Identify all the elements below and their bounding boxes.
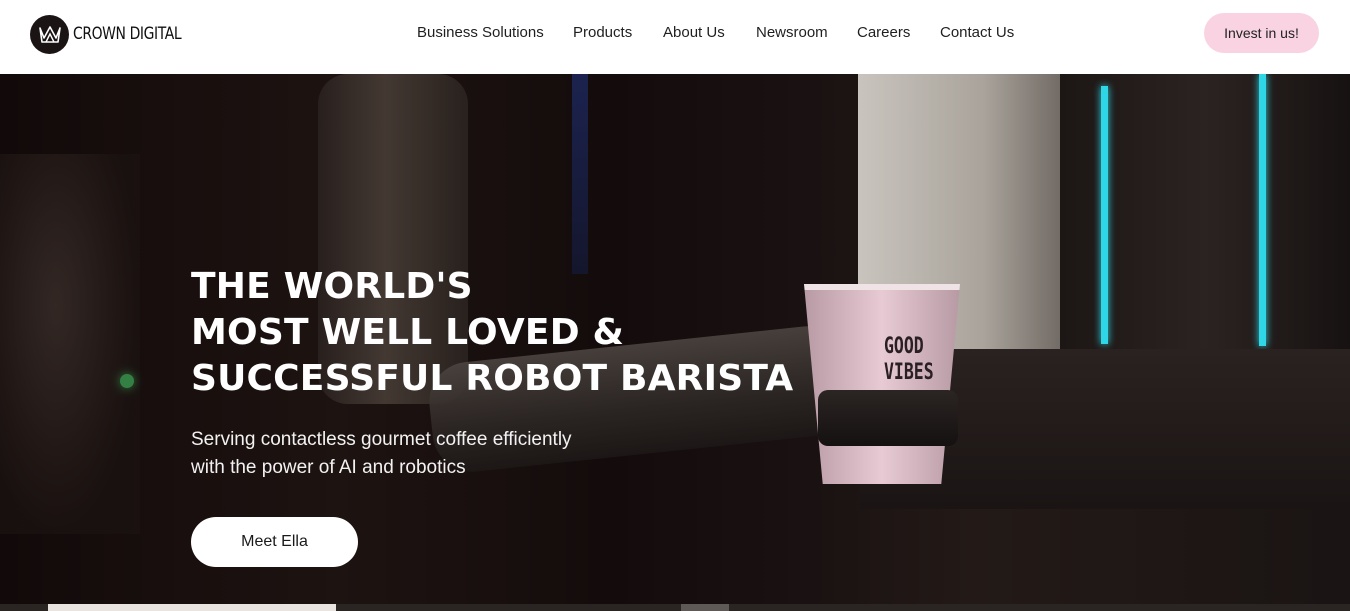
cup-text-line-2: VIBES bbox=[884, 360, 934, 385]
next-section-edge-gray bbox=[681, 604, 729, 611]
nav-newsroom[interactable]: Newsroom bbox=[756, 24, 828, 41]
brand-logo[interactable]: CROWN DIGITAL bbox=[30, 14, 205, 54]
nav-careers[interactable]: Careers bbox=[857, 24, 910, 41]
hero-title-line-2: MOST WELL LOVED & bbox=[191, 312, 625, 353]
hero-title: THE WORLD'S MOST WELL LOVED & SUCCESSFUL… bbox=[191, 264, 793, 402]
blue-accent bbox=[572, 74, 588, 274]
brand-name: CROWN DIGITAL bbox=[73, 24, 182, 44]
next-section-edge-light bbox=[48, 604, 336, 611]
cyan-light-right bbox=[1259, 74, 1266, 346]
invest-button[interactable]: Invest in us! bbox=[1204, 13, 1319, 53]
nav-contact-us[interactable]: Contact Us bbox=[940, 24, 1014, 41]
green-glow bbox=[120, 374, 134, 388]
crown-icon bbox=[30, 14, 69, 54]
nav-products[interactable]: Products bbox=[573, 24, 632, 41]
hero-subtitle: Serving contactless gourmet coffee effic… bbox=[191, 426, 572, 482]
hero-title-line-3: SUCCESSFUL ROBOT BARISTA bbox=[191, 358, 794, 399]
robot-arm-shadow bbox=[0, 154, 140, 534]
nav-business-solutions[interactable]: Business Solutions bbox=[417, 24, 544, 41]
cup-text-line-1: GOOD bbox=[884, 334, 924, 359]
meet-ella-button[interactable]: Meet Ella bbox=[191, 517, 358, 567]
cup-holder bbox=[818, 390, 958, 446]
nav-about-us[interactable]: About Us bbox=[663, 24, 725, 41]
hero-subtitle-line-2: with the power of AI and robotics bbox=[191, 457, 466, 478]
hero-section: GOOD VIBES THE WORLD'S MOST WELL LOVED &… bbox=[0, 74, 1350, 611]
hero-subtitle-line-1: Serving contactless gourmet coffee effic… bbox=[191, 429, 572, 450]
cyan-light-left bbox=[1101, 86, 1108, 344]
coffee-cup: GOOD VIBES bbox=[804, 284, 960, 484]
hero-title-line-1: THE WORLD'S bbox=[191, 266, 473, 307]
site-header: CROWN DIGITAL Business Solutions Product… bbox=[0, 0, 1350, 74]
